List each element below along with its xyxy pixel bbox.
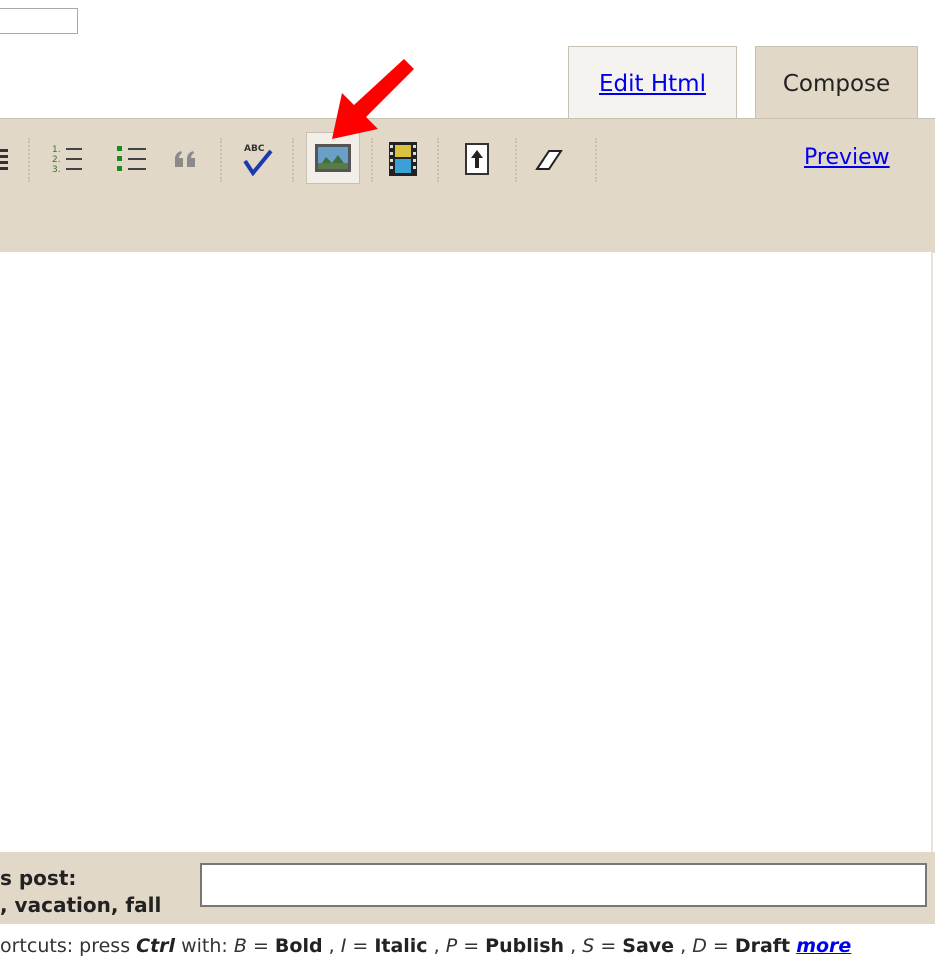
- spellcheck-icon[interactable]: ABC: [238, 136, 278, 182]
- toolbar-separator: [28, 138, 30, 182]
- shortcut-i-key: I: [340, 935, 347, 957]
- svg-text:1.: 1.: [52, 145, 61, 155]
- shortcuts-hint: ortcuts: press Ctrl with: B = Bold , I =…: [0, 935, 852, 957]
- tab-edit-html-label: Edit Html: [599, 71, 706, 97]
- svg-text:2.: 2.: [52, 155, 61, 165]
- toolbar-separator: [220, 138, 222, 182]
- shortcut-i-label: Italic: [374, 935, 428, 957]
- tab-edit-html[interactable]: Edit Html: [568, 46, 737, 121]
- shortcuts-with: with:: [175, 935, 234, 957]
- ctrl-key: Ctrl: [136, 935, 176, 957]
- remove-formatting-icon[interactable]: [528, 136, 568, 182]
- blockquote-icon[interactable]: [168, 136, 208, 182]
- shortcut-s-key: S: [582, 935, 595, 957]
- more-shortcuts-link[interactable]: more: [796, 935, 851, 957]
- svg-text:3.: 3.: [52, 165, 61, 175]
- shortcut-b-label: Bold: [274, 935, 323, 957]
- toolbar-separator: [437, 138, 439, 182]
- shortcut-p-key: P: [445, 935, 458, 957]
- numbered-list-icon[interactable]: 1. 2. 3.: [49, 136, 89, 182]
- bullet-list-icon[interactable]: [112, 136, 152, 182]
- shortcut-s-label: Save: [622, 935, 675, 957]
- shortcuts-intro: ortcuts: press: [0, 935, 137, 957]
- shortcut-p-label: Publish: [485, 935, 565, 957]
- shortcut-d-label: Draft: [734, 935, 791, 957]
- post-title-input[interactable]: [0, 8, 78, 34]
- tab-compose-label: Compose: [782, 71, 891, 97]
- shortcut-b-key: B: [233, 935, 247, 957]
- toolbar-separator: [515, 138, 517, 182]
- post-body-editor[interactable]: [0, 252, 933, 852]
- tab-compose[interactable]: Compose: [755, 46, 918, 121]
- toolbar-separator: [292, 138, 294, 182]
- insert-jump-break-icon[interactable]: [458, 136, 498, 182]
- spellcheck-text: ABC: [244, 144, 265, 154]
- align-icon[interactable]: [0, 136, 10, 182]
- labels-example-text: , vacation, fall: [0, 893, 162, 917]
- toolbar-separator: [595, 138, 597, 182]
- shortcut-d-key: D: [692, 935, 707, 957]
- labels-heading: s post:: [0, 866, 77, 890]
- labels-input[interactable]: [200, 863, 927, 907]
- preview-link[interactable]: Preview: [804, 145, 890, 170]
- arrow-icon: [332, 59, 414, 139]
